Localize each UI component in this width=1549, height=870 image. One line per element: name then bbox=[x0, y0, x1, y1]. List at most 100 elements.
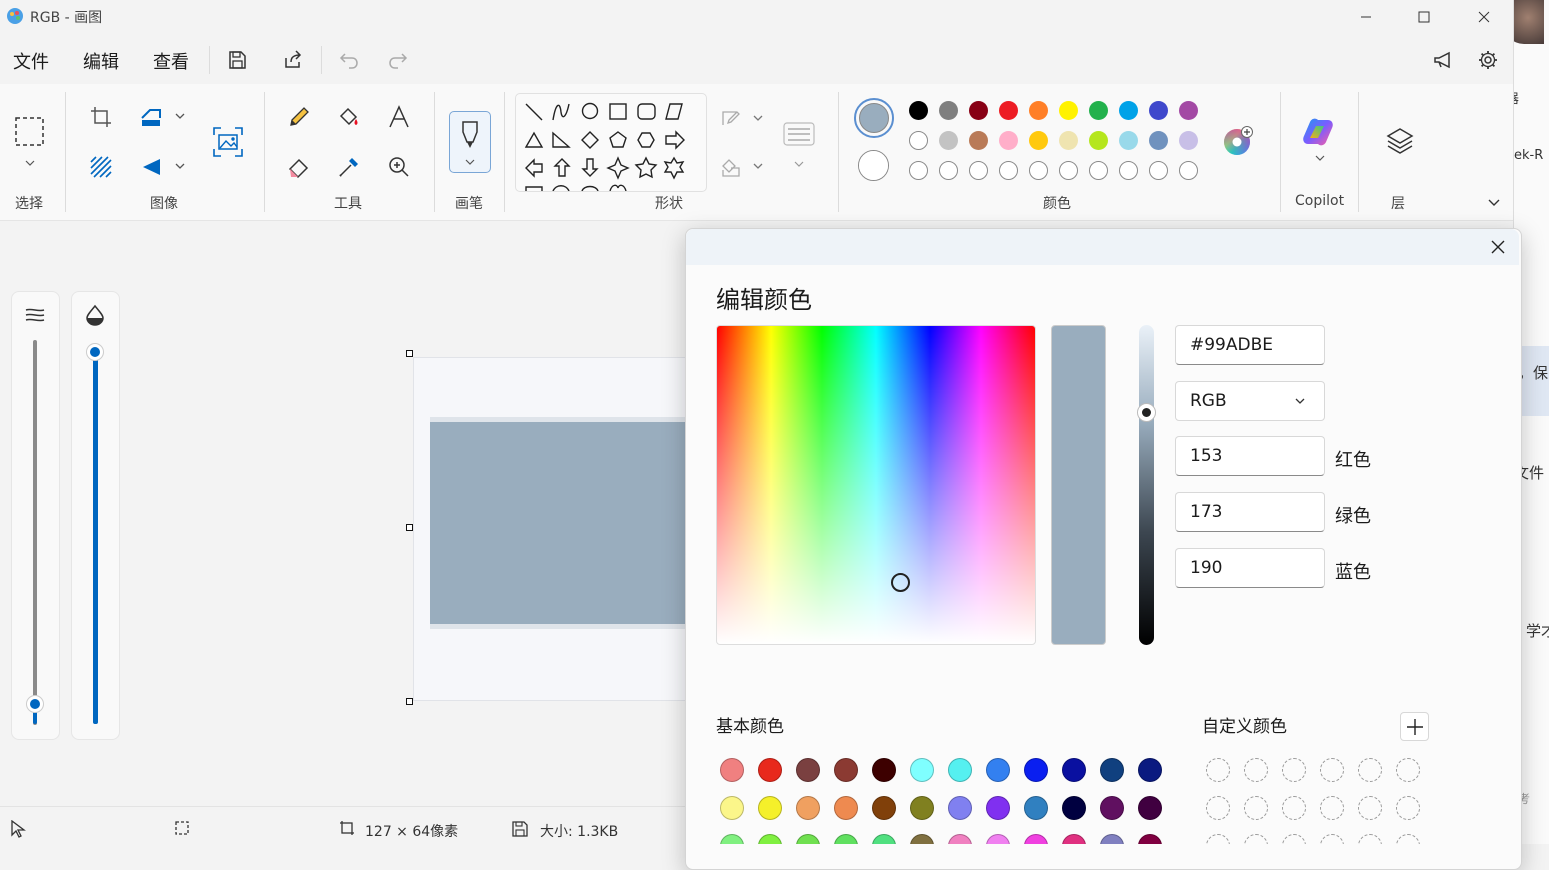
avatar[interactable] bbox=[1514, 0, 1544, 44]
minimize-button[interactable] bbox=[1343, 0, 1389, 34]
custom-color-slot[interactable] bbox=[1320, 834, 1344, 844]
palette-color-swatch[interactable] bbox=[999, 131, 1018, 150]
save-button[interactable] bbox=[221, 44, 253, 76]
basic-color-swatch[interactable] bbox=[758, 796, 782, 820]
basic-color-swatch[interactable] bbox=[986, 834, 1010, 844]
crop-button[interactable] bbox=[90, 106, 112, 128]
custom-color-slot[interactable] bbox=[1282, 834, 1306, 844]
color-mode-dropdown[interactable]: RGB bbox=[1175, 381, 1325, 421]
brush-size-slider[interactable] bbox=[33, 340, 37, 725]
palette-empty-swatch[interactable] bbox=[1119, 161, 1138, 180]
custom-color-slot[interactable] bbox=[1358, 796, 1382, 820]
primary-color-button[interactable] bbox=[854, 98, 894, 138]
palette-color-swatch[interactable] bbox=[939, 101, 958, 120]
opacity-slider[interactable] bbox=[93, 352, 98, 724]
close-window-button[interactable] bbox=[1461, 0, 1507, 34]
share-button[interactable] bbox=[277, 44, 309, 76]
settings-button[interactable] bbox=[1472, 44, 1504, 76]
dialog-close-button[interactable] bbox=[1486, 235, 1510, 259]
custom-color-slot[interactable] bbox=[1282, 758, 1306, 782]
custom-color-slot[interactable] bbox=[1320, 758, 1344, 782]
palette-color-swatch[interactable] bbox=[969, 131, 988, 150]
palette-color-swatch[interactable] bbox=[1059, 101, 1078, 120]
resize-handle[interactable] bbox=[406, 698, 413, 705]
basic-color-swatch[interactable] bbox=[834, 796, 858, 820]
palette-empty-swatch[interactable] bbox=[1089, 161, 1108, 180]
feedback-button[interactable] bbox=[1428, 44, 1460, 76]
basic-color-swatch[interactable] bbox=[796, 758, 820, 782]
shapes-gallery[interactable] bbox=[515, 93, 707, 192]
basic-color-swatch[interactable] bbox=[1100, 796, 1124, 820]
basic-color-swatch[interactable] bbox=[758, 758, 782, 782]
resize-handle[interactable] bbox=[406, 524, 413, 531]
basic-color-swatch[interactable] bbox=[834, 758, 858, 782]
palette-empty-swatch[interactable] bbox=[939, 161, 958, 180]
basic-color-swatch[interactable] bbox=[872, 796, 896, 820]
palette-empty-swatch[interactable] bbox=[909, 161, 928, 180]
resize-handle[interactable] bbox=[406, 350, 413, 357]
palette-color-swatch[interactable] bbox=[1029, 131, 1048, 150]
basic-color-swatch[interactable] bbox=[1024, 758, 1048, 782]
text-tool-button[interactable] bbox=[387, 105, 411, 129]
maximize-button[interactable] bbox=[1401, 0, 1447, 34]
basic-color-swatch[interactable] bbox=[986, 758, 1010, 782]
custom-color-slot[interactable] bbox=[1396, 796, 1420, 820]
pencil-tool-button[interactable] bbox=[287, 105, 311, 129]
custom-color-slot[interactable] bbox=[1206, 796, 1230, 820]
basic-color-swatch[interactable] bbox=[796, 834, 820, 844]
custom-color-slot[interactable] bbox=[1358, 758, 1382, 782]
palette-empty-swatch[interactable] bbox=[1059, 161, 1078, 180]
resize-button[interactable] bbox=[140, 106, 188, 128]
shape-outline-button[interactable] bbox=[720, 108, 766, 130]
basic-color-swatch[interactable] bbox=[910, 834, 934, 844]
basic-color-swatch[interactable] bbox=[758, 834, 782, 844]
basic-color-swatch[interactable] bbox=[834, 834, 858, 844]
shape-fill-button[interactable] bbox=[720, 156, 766, 178]
copilot-button[interactable] bbox=[1302, 116, 1338, 166]
eraser-tool-button[interactable] bbox=[287, 155, 311, 179]
blue-input[interactable]: 190 bbox=[1175, 548, 1325, 588]
basic-color-swatch[interactable] bbox=[720, 834, 744, 844]
basic-color-swatch[interactable] bbox=[796, 796, 820, 820]
palette-empty-swatch[interactable] bbox=[1029, 161, 1048, 180]
palette-empty-swatch[interactable] bbox=[969, 161, 988, 180]
color-picker-tool-button[interactable] bbox=[337, 155, 361, 179]
palette-color-swatch[interactable] bbox=[1089, 131, 1108, 150]
layers-button[interactable] bbox=[1385, 126, 1415, 156]
edit-colors-button[interactable] bbox=[1222, 125, 1254, 157]
custom-color-slot[interactable] bbox=[1244, 758, 1268, 782]
basic-color-swatch[interactable] bbox=[1138, 758, 1162, 782]
spectrum-selector[interactable] bbox=[891, 573, 910, 592]
palette-color-swatch[interactable] bbox=[999, 101, 1018, 120]
red-input[interactable]: 153 bbox=[1175, 436, 1325, 476]
custom-color-slot[interactable] bbox=[1244, 796, 1268, 820]
select-tool-button[interactable] bbox=[14, 115, 46, 173]
basic-color-swatch[interactable] bbox=[872, 758, 896, 782]
custom-color-slot[interactable] bbox=[1244, 834, 1268, 844]
custom-color-slot[interactable] bbox=[1320, 796, 1344, 820]
basic-color-swatch[interactable] bbox=[872, 834, 896, 844]
hex-input[interactable]: #99ADBE bbox=[1175, 325, 1325, 365]
palette-color-swatch[interactable] bbox=[1149, 101, 1168, 120]
palette-color-swatch[interactable] bbox=[909, 131, 928, 150]
redo-button[interactable] bbox=[382, 44, 414, 76]
remove-background-button[interactable] bbox=[90, 156, 112, 178]
menu-edit[interactable]: 编辑 bbox=[83, 48, 119, 74]
green-input[interactable]: 173 bbox=[1175, 492, 1325, 532]
canvas-filled-rectangle[interactable] bbox=[430, 417, 700, 629]
basic-color-swatch[interactable] bbox=[1062, 796, 1086, 820]
basic-color-swatch[interactable] bbox=[948, 758, 972, 782]
basic-color-swatch[interactable] bbox=[1024, 796, 1048, 820]
basic-color-swatch[interactable] bbox=[720, 796, 744, 820]
custom-color-slot[interactable] bbox=[1282, 796, 1306, 820]
palette-color-swatch[interactable] bbox=[1179, 101, 1198, 120]
basic-color-swatch[interactable] bbox=[986, 796, 1010, 820]
basic-color-swatch[interactable] bbox=[910, 796, 934, 820]
opacity-slider-thumb[interactable] bbox=[86, 343, 104, 361]
palette-color-swatch[interactable] bbox=[1059, 131, 1078, 150]
palette-color-swatch[interactable] bbox=[1149, 131, 1168, 150]
line-width-button[interactable] bbox=[783, 120, 817, 174]
menu-file[interactable]: 文件 bbox=[13, 48, 49, 74]
palette-color-swatch[interactable] bbox=[1089, 101, 1108, 120]
brush-button[interactable] bbox=[449, 111, 491, 173]
